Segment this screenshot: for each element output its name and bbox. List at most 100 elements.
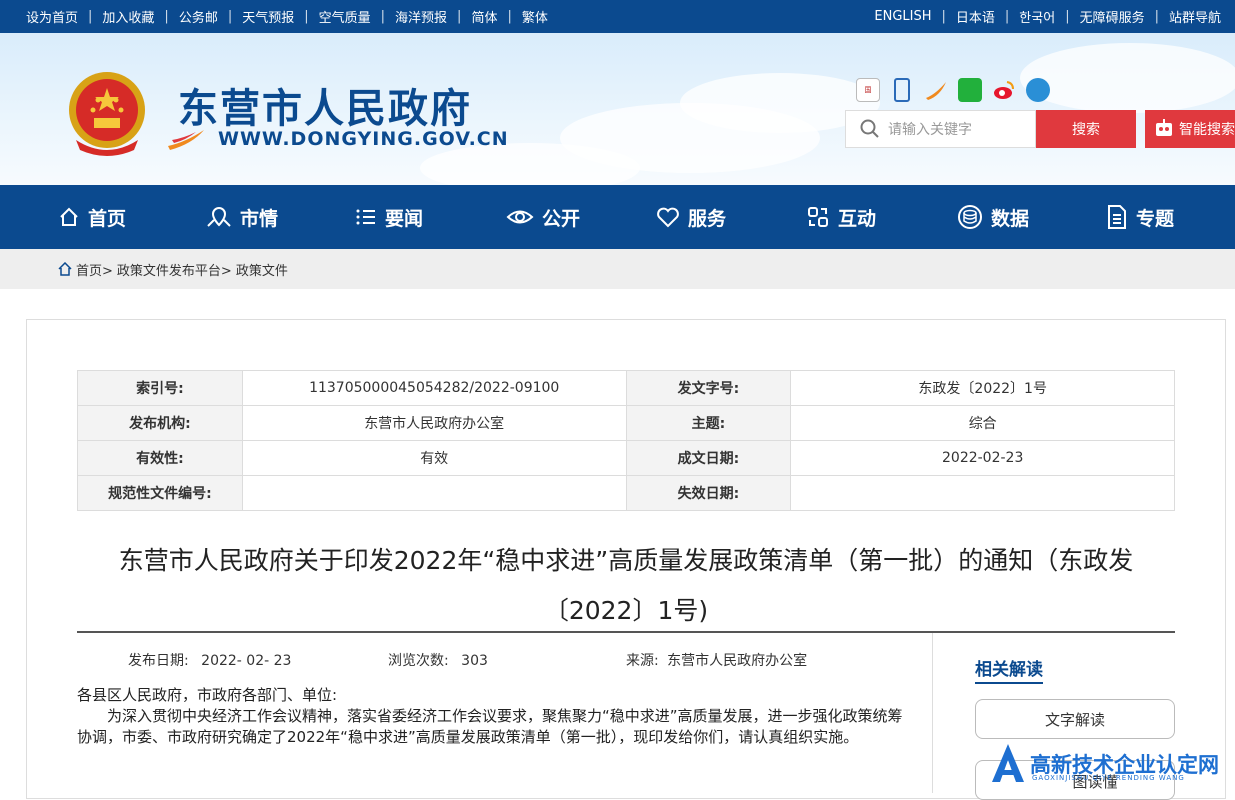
japanese-link[interactable]: 日本语 [956, 7, 995, 26]
site-title[interactable]: 东营市人民政府 [178, 76, 472, 134]
home-icon [60, 207, 78, 226]
english-link[interactable]: ENGLISH [874, 9, 931, 24]
topic-value: 综合 [790, 405, 1175, 441]
written-date-label: 成文日期: [625, 440, 792, 476]
nav-item-city-info[interactable]: 市情 [206, 185, 278, 249]
publish-date: 发布日期: 2022- 02- 23 [128, 650, 291, 670]
smart-search-button[interactable]: 智能搜索 [1145, 110, 1235, 148]
text-interpretation-button[interactable]: 文字解读 [975, 699, 1175, 739]
set-homepage-link[interactable]: 设为首页 [26, 7, 78, 26]
document-title-line2: 〔2022〕1号) [543, 596, 709, 625]
robot-search-icon [1156, 119, 1172, 136]
search-button[interactable]: 搜索 [1036, 110, 1136, 148]
wechat-icon[interactable] [958, 78, 982, 102]
interact-icon [808, 207, 828, 227]
breadcrumb-platform[interactable]: 政策文件发布平台> [117, 260, 232, 279]
nav-item-public[interactable]: 公开 [506, 185, 580, 249]
nav-item-home[interactable]: 首页 [58, 185, 126, 249]
publish-date-label: 发布日期: [128, 653, 189, 669]
source-label: 来源: [626, 653, 659, 669]
simplified-chinese-link[interactable]: 简体 [471, 7, 497, 26]
title-divider [77, 631, 1175, 633]
nav-item-service[interactable]: 服务 [656, 185, 726, 249]
nav-label-topics: 专题 [1136, 207, 1175, 230]
written-date-value: 2022-02-23 [790, 440, 1175, 476]
swoosh-app-icon[interactable] [924, 78, 948, 102]
table-row: 规范性文件编号: 失效日期: [77, 475, 1175, 511]
weather-link[interactable]: 天气预报 [242, 7, 294, 26]
site-group-nav-link[interactable]: 站群导航 [1169, 7, 1221, 26]
view-count-label: 浏览次数: [388, 653, 449, 669]
breadcrumb: 首页> 政策文件发布平台> 政策文件 [0, 249, 1235, 289]
document-title-line1: 东营市人民政府关于印发2022年“稳中求进”高质量发展政策清单（第一批）的通知（… [118, 546, 1134, 575]
heart-icon [657, 207, 679, 228]
top-bar-right-links: ENGLISH | 日本语 | 한국어 | 无障碍服务 | 站群导航 [874, 7, 1221, 26]
robot-icon[interactable] [1026, 78, 1050, 102]
mobile-icon[interactable] [894, 78, 910, 102]
search-icon [860, 119, 879, 138]
validity-label: 有效性: [77, 440, 243, 476]
database-icon [958, 205, 982, 229]
social-icons: 国 [856, 78, 1050, 102]
nav-item-data[interactable]: 数据 [957, 185, 1029, 249]
source: 来源: 东营市人民政府办公室 [626, 650, 807, 670]
source-value: 东营市人民政府办公室 [667, 653, 808, 669]
document-number-value: 东政发〔2022〕1号 [790, 370, 1175, 406]
smart-search-label: 智能搜索 [1179, 122, 1235, 138]
table-row: 索引号: 113705000045054282/2022-09100 发文字号:… [77, 370, 1175, 406]
nav-item-topics[interactable]: 专题 [1106, 185, 1174, 249]
state-council-app-icon[interactable]: 国 [856, 78, 880, 102]
topic-label: 主题: [625, 405, 792, 441]
map-pin-icon [207, 206, 231, 227]
related-interpretation-title: 相关解读 [975, 655, 1043, 684]
nav-label-home: 首页 [88, 207, 127, 230]
table-row: 发布机构: 东营市人民政府办公室 主题: 综合 [77, 405, 1175, 441]
sidebar-divider [932, 633, 933, 793]
search-bar: 请输入关键字 搜索 [845, 110, 1136, 148]
document-icon [1108, 205, 1126, 229]
watermark: 高新技术企业认定网 GAOXINJISHU QIYE RENDING WANG [990, 738, 1235, 789]
view-count-value: 303 [461, 653, 488, 669]
main-nav: 首页 市情 要闻 公开 服务 互动 数据 专题 [0, 185, 1235, 249]
top-bar-left-links: 设为首页 | 加入收藏 | 公务邮 | 天气预报 | 空气质量 | 海洋预报 | 简体 | 繁… [26, 7, 548, 26]
document-meta-table: 索引号: 113705000045054282/2022-09100 发文字号:… [77, 370, 1175, 511]
traditional-chinese-link[interactable]: 繁体 [522, 7, 548, 26]
nav-item-interact[interactable]: 互动 [806, 185, 876, 249]
site-url: WWW.DONGYING.GOV.CN [218, 128, 509, 150]
index-number-value: 113705000045054282/2022-09100 [241, 370, 627, 406]
body-paragraph: 为深入贯彻中央经济工作会议精神，落实省委经济工作会议要求，聚焦聚力“稳中求进”高… [77, 707, 903, 746]
air-quality-link[interactable]: 空气质量 [319, 7, 371, 26]
nav-label-data: 数据 [991, 207, 1030, 230]
top-bar: 设为首页 | 加入收藏 | 公务邮 | 天气预报 | 空气质量 | 海洋预报 | 简体 | 繁… [0, 0, 1235, 33]
index-number-label: 索引号: [77, 370, 243, 406]
nav-label-city-info: 市情 [240, 207, 279, 230]
document-body: 各县区人民政府，市政府各部门、单位: 为深入贯彻中央经济工作会议精神，落实省委经… [77, 685, 912, 748]
nav-label-public: 公开 [542, 207, 581, 230]
view-count: 浏览次数: 303 [388, 650, 488, 670]
nav-label-interact: 互动 [838, 207, 877, 230]
issuing-agency-value: 东营市人民政府办公室 [241, 405, 627, 441]
nav-label-news: 要闻 [385, 207, 424, 230]
expiry-date-label: 失效日期: [625, 475, 792, 511]
home-icon [58, 262, 72, 276]
expiry-date-value [790, 475, 1175, 511]
korean-link[interactable]: 한국어 [1019, 7, 1055, 26]
salutation: 各县区人民政府，市政府各部门、单位: [77, 686, 338, 704]
normative-doc-number-label: 规范性文件编号: [77, 475, 243, 511]
breadcrumb-current[interactable]: 政策文件 [236, 260, 288, 279]
nav-item-news[interactable]: 要闻 [355, 185, 423, 249]
search-input[interactable]: 请输入关键字 [845, 110, 1036, 148]
watermark-subtext: GAOXINJISHU QIYE RENDING WANG [1032, 774, 1185, 782]
weibo-icon[interactable] [992, 78, 1016, 102]
document-number-label: 发文字号: [625, 370, 792, 406]
accessibility-link[interactable]: 无障碍服务 [1080, 7, 1145, 26]
ocean-forecast-link[interactable]: 海洋预报 [395, 7, 447, 26]
document-title: 东营市人民政府关于印发2022年“稳中求进”高质量发展政策清单（第一批）的通知（… [77, 536, 1175, 636]
search-placeholder: 请输入关键字 [888, 122, 972, 138]
normative-doc-number-value [241, 475, 627, 511]
breadcrumb-home[interactable]: 首页> [76, 260, 113, 279]
national-emblem-icon [69, 72, 145, 156]
add-favorite-link[interactable]: 加入收藏 [102, 7, 154, 26]
official-mail-link[interactable]: 公务邮 [179, 7, 218, 26]
publish-date-value: 2022- 02- 23 [201, 653, 292, 669]
